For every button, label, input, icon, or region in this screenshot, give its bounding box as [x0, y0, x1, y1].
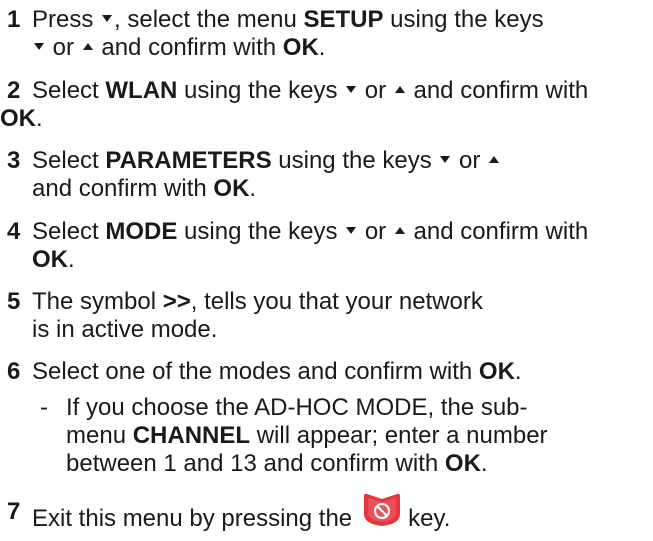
up-arrow-icon — [394, 86, 405, 94]
step-5: 5 The symbol >>, tells you that your net… — [0, 288, 653, 344]
step-number: 2 — [7, 77, 21, 104]
step-number: 5 — [7, 288, 21, 315]
step-3: 3 Select PARAMETERS using the keys or an… — [0, 147, 653, 203]
down-arrow-icon — [102, 15, 113, 23]
step-6: 6 Select one of the modes and confirm wi… — [0, 358, 653, 386]
step-2: 2 Select WLAN using the keys or and conf… — [0, 77, 653, 133]
up-arrow-icon — [394, 227, 405, 235]
up-arrow-icon — [82, 43, 93, 51]
down-arrow-icon — [346, 227, 357, 235]
down-arrow-icon — [346, 86, 357, 94]
step-7: 7 Exit this menu by pressing the key. — [0, 493, 653, 541]
substep-text: If you choose the AD-HOC MODE, the sub-m… — [66, 394, 548, 477]
step-text: Exit this menu by pressing the key. — [32, 493, 644, 541]
step-text: Select WLAN using the keys or and confir… — [0, 77, 589, 132]
step-number: 1 — [7, 6, 21, 33]
step-4: 4 Select MODE using the keys or and conf… — [0, 218, 653, 274]
step-number: 3 — [7, 147, 21, 174]
step-number: 7 — [7, 498, 21, 525]
step-text: Select one of the modes and confirm with… — [32, 358, 522, 385]
dash-bullet: - — [40, 394, 48, 421]
step-text: The symbol >>, tells you that your netwo… — [32, 288, 483, 343]
substep: - If you choose the AD-HOC MODE, the sub… — [40, 394, 640, 478]
up-arrow-icon — [489, 156, 500, 164]
stop-key-icon — [362, 492, 402, 535]
step-text: Select MODE using the keys or and confir… — [32, 218, 589, 273]
step-text: Select PARAMETERS using the keys or and … — [32, 147, 644, 203]
step-text: Press , select the menu SETUP using the … — [32, 6, 544, 61]
step-number: 4 — [7, 218, 21, 245]
instruction-page: 1 Press , select the menu SETUP using th… — [0, 0, 653, 540]
step-number: 6 — [7, 358, 21, 385]
down-arrow-icon — [34, 43, 44, 51]
down-arrow-icon — [440, 156, 451, 164]
step-1: 1 Press , select the menu SETUP using th… — [0, 6, 653, 62]
